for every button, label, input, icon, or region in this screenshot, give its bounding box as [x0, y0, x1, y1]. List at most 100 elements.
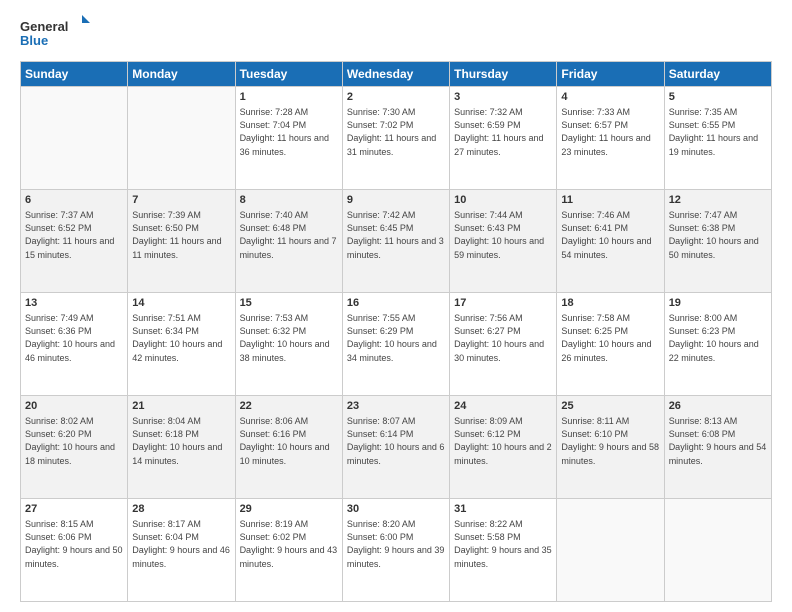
- calendar-cell: 31Sunrise: 8:22 AMSunset: 5:58 PMDayligh…: [450, 499, 557, 602]
- calendar-cell: 13Sunrise: 7:49 AMSunset: 6:36 PMDayligh…: [21, 293, 128, 396]
- logo: General Blue: [20, 15, 90, 51]
- day-number: 28: [132, 502, 230, 517]
- calendar-cell: [557, 499, 664, 602]
- calendar-cell: 11Sunrise: 7:46 AMSunset: 6:41 PMDayligh…: [557, 190, 664, 293]
- day-number: 12: [669, 193, 767, 208]
- col-header-saturday: Saturday: [664, 62, 771, 87]
- header: General Blue: [20, 15, 772, 51]
- day-info: Sunrise: 7:47 AMSunset: 6:38 PMDaylight:…: [669, 209, 767, 261]
- calendar-cell: 8Sunrise: 7:40 AMSunset: 6:48 PMDaylight…: [235, 190, 342, 293]
- day-number: 31: [454, 502, 552, 517]
- col-header-monday: Monday: [128, 62, 235, 87]
- day-info: Sunrise: 7:56 AMSunset: 6:27 PMDaylight:…: [454, 312, 552, 364]
- day-info: Sunrise: 8:09 AMSunset: 6:12 PMDaylight:…: [454, 415, 552, 467]
- col-header-sunday: Sunday: [21, 62, 128, 87]
- day-number: 5: [669, 90, 767, 105]
- day-info: Sunrise: 7:30 AMSunset: 7:02 PMDaylight:…: [347, 106, 445, 158]
- day-number: 23: [347, 399, 445, 414]
- day-info: Sunrise: 7:32 AMSunset: 6:59 PMDaylight:…: [454, 106, 552, 158]
- calendar-cell: 9Sunrise: 7:42 AMSunset: 6:45 PMDaylight…: [342, 190, 449, 293]
- day-number: 16: [347, 296, 445, 311]
- calendar-row: 1Sunrise: 7:28 AMSunset: 7:04 PMDaylight…: [21, 87, 772, 190]
- day-info: Sunrise: 7:53 AMSunset: 6:32 PMDaylight:…: [240, 312, 338, 364]
- header-row: SundayMondayTuesdayWednesdayThursdayFrid…: [21, 62, 772, 87]
- day-number: 29: [240, 502, 338, 517]
- page: General Blue SundayMondayTuesdayWednesda…: [0, 0, 792, 612]
- day-info: Sunrise: 8:06 AMSunset: 6:16 PMDaylight:…: [240, 415, 338, 467]
- day-info: Sunrise: 7:46 AMSunset: 6:41 PMDaylight:…: [561, 209, 659, 261]
- day-info: Sunrise: 8:13 AMSunset: 6:08 PMDaylight:…: [669, 415, 767, 467]
- day-info: Sunrise: 7:40 AMSunset: 6:48 PMDaylight:…: [240, 209, 338, 261]
- day-info: Sunrise: 8:15 AMSunset: 6:06 PMDaylight:…: [25, 518, 123, 570]
- calendar-cell: [664, 499, 771, 602]
- day-info: Sunrise: 7:35 AMSunset: 6:55 PMDaylight:…: [669, 106, 767, 158]
- day-info: Sunrise: 8:17 AMSunset: 6:04 PMDaylight:…: [132, 518, 230, 570]
- day-number: 27: [25, 502, 123, 517]
- day-number: 4: [561, 90, 659, 105]
- day-info: Sunrise: 8:04 AMSunset: 6:18 PMDaylight:…: [132, 415, 230, 467]
- day-info: Sunrise: 7:42 AMSunset: 6:45 PMDaylight:…: [347, 209, 445, 261]
- col-header-thursday: Thursday: [450, 62, 557, 87]
- calendar-cell: 27Sunrise: 8:15 AMSunset: 6:06 PMDayligh…: [21, 499, 128, 602]
- calendar-row: 6Sunrise: 7:37 AMSunset: 6:52 PMDaylight…: [21, 190, 772, 293]
- calendar-cell: 1Sunrise: 7:28 AMSunset: 7:04 PMDaylight…: [235, 87, 342, 190]
- day-number: 14: [132, 296, 230, 311]
- calendar-cell: 29Sunrise: 8:19 AMSunset: 6:02 PMDayligh…: [235, 499, 342, 602]
- svg-text:General: General: [20, 19, 68, 34]
- day-info: Sunrise: 7:51 AMSunset: 6:34 PMDaylight:…: [132, 312, 230, 364]
- col-header-friday: Friday: [557, 62, 664, 87]
- day-info: Sunrise: 7:58 AMSunset: 6:25 PMDaylight:…: [561, 312, 659, 364]
- calendar-cell: 24Sunrise: 8:09 AMSunset: 6:12 PMDayligh…: [450, 396, 557, 499]
- day-number: 30: [347, 502, 445, 517]
- day-info: Sunrise: 8:19 AMSunset: 6:02 PMDaylight:…: [240, 518, 338, 570]
- calendar-row: 27Sunrise: 8:15 AMSunset: 6:06 PMDayligh…: [21, 499, 772, 602]
- calendar-cell: [128, 87, 235, 190]
- calendar-cell: 14Sunrise: 7:51 AMSunset: 6:34 PMDayligh…: [128, 293, 235, 396]
- day-info: Sunrise: 7:49 AMSunset: 6:36 PMDaylight:…: [25, 312, 123, 364]
- calendar-cell: 7Sunrise: 7:39 AMSunset: 6:50 PMDaylight…: [128, 190, 235, 293]
- day-info: Sunrise: 8:22 AMSunset: 5:58 PMDaylight:…: [454, 518, 552, 570]
- day-info: Sunrise: 7:37 AMSunset: 6:52 PMDaylight:…: [25, 209, 123, 261]
- day-number: 19: [669, 296, 767, 311]
- day-number: 1: [240, 90, 338, 105]
- calendar-cell: 26Sunrise: 8:13 AMSunset: 6:08 PMDayligh…: [664, 396, 771, 499]
- day-info: Sunrise: 8:00 AMSunset: 6:23 PMDaylight:…: [669, 312, 767, 364]
- day-number: 3: [454, 90, 552, 105]
- calendar-cell: 16Sunrise: 7:55 AMSunset: 6:29 PMDayligh…: [342, 293, 449, 396]
- day-number: 22: [240, 399, 338, 414]
- day-info: Sunrise: 8:07 AMSunset: 6:14 PMDaylight:…: [347, 415, 445, 467]
- calendar-cell: 15Sunrise: 7:53 AMSunset: 6:32 PMDayligh…: [235, 293, 342, 396]
- day-number: 17: [454, 296, 552, 311]
- calendar-cell: 5Sunrise: 7:35 AMSunset: 6:55 PMDaylight…: [664, 87, 771, 190]
- calendar-cell: 10Sunrise: 7:44 AMSunset: 6:43 PMDayligh…: [450, 190, 557, 293]
- day-number: 11: [561, 193, 659, 208]
- calendar-cell: 30Sunrise: 8:20 AMSunset: 6:00 PMDayligh…: [342, 499, 449, 602]
- calendar-cell: 19Sunrise: 8:00 AMSunset: 6:23 PMDayligh…: [664, 293, 771, 396]
- calendar-cell: 22Sunrise: 8:06 AMSunset: 6:16 PMDayligh…: [235, 396, 342, 499]
- logo-svg: General Blue: [20, 15, 90, 51]
- day-number: 21: [132, 399, 230, 414]
- calendar-cell: 20Sunrise: 8:02 AMSunset: 6:20 PMDayligh…: [21, 396, 128, 499]
- day-info: Sunrise: 8:20 AMSunset: 6:00 PMDaylight:…: [347, 518, 445, 570]
- day-info: Sunrise: 7:44 AMSunset: 6:43 PMDaylight:…: [454, 209, 552, 261]
- day-number: 25: [561, 399, 659, 414]
- calendar-cell: 23Sunrise: 8:07 AMSunset: 6:14 PMDayligh…: [342, 396, 449, 499]
- day-number: 13: [25, 296, 123, 311]
- col-header-tuesday: Tuesday: [235, 62, 342, 87]
- day-number: 6: [25, 193, 123, 208]
- day-info: Sunrise: 7:33 AMSunset: 6:57 PMDaylight:…: [561, 106, 659, 158]
- day-number: 20: [25, 399, 123, 414]
- day-number: 7: [132, 193, 230, 208]
- calendar-cell: 6Sunrise: 7:37 AMSunset: 6:52 PMDaylight…: [21, 190, 128, 293]
- day-number: 9: [347, 193, 445, 208]
- day-number: 24: [454, 399, 552, 414]
- day-number: 15: [240, 296, 338, 311]
- calendar-row: 20Sunrise: 8:02 AMSunset: 6:20 PMDayligh…: [21, 396, 772, 499]
- calendar-cell: 25Sunrise: 8:11 AMSunset: 6:10 PMDayligh…: [557, 396, 664, 499]
- calendar-cell: 3Sunrise: 7:32 AMSunset: 6:59 PMDaylight…: [450, 87, 557, 190]
- calendar-cell: [21, 87, 128, 190]
- day-info: Sunrise: 8:11 AMSunset: 6:10 PMDaylight:…: [561, 415, 659, 467]
- day-info: Sunrise: 7:55 AMSunset: 6:29 PMDaylight:…: [347, 312, 445, 364]
- day-number: 18: [561, 296, 659, 311]
- day-number: 8: [240, 193, 338, 208]
